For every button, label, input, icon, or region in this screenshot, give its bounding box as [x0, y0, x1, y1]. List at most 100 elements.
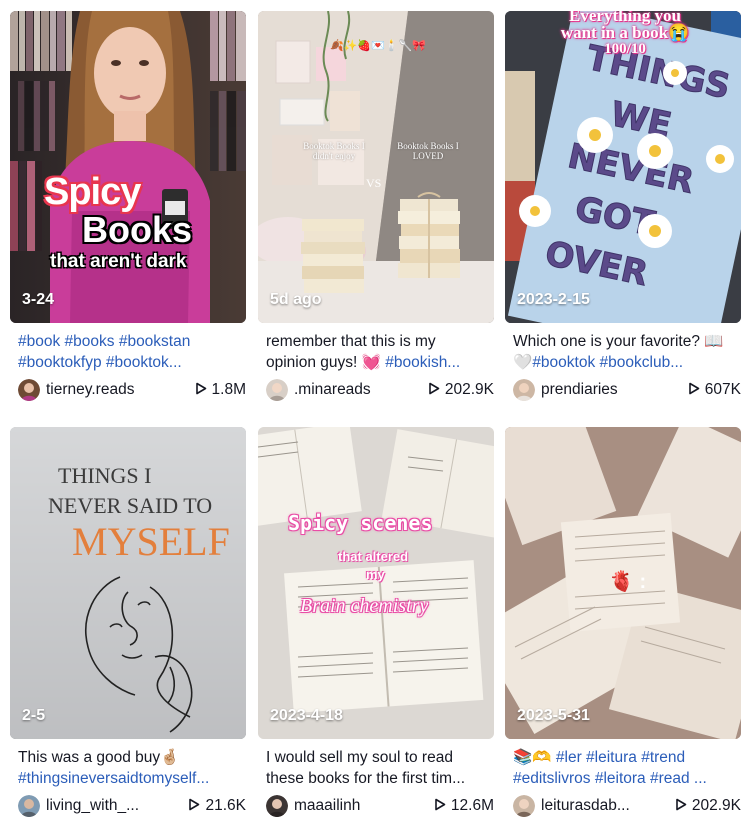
- description-line: 📚🫶 #ler #leitura #trend: [513, 747, 741, 768]
- video-thumbnail[interactable]: 🍂✨🍓💌🕯️🥄🎀 Booktok Books I didn't enjoy VS…: [258, 11, 494, 323]
- play-outline-icon: [688, 382, 700, 395]
- video-meta: .minareads 202.9K: [266, 379, 494, 401]
- overlay-spicy-text: Spicy: [44, 171, 141, 213]
- overlay-right-caption: Booktok Books I LOVED: [397, 141, 459, 161]
- video-thumbnail[interactable]: Spicy Books that aren't dark 3-24: [10, 11, 246, 323]
- username-link[interactable]: prendiaries: [541, 381, 618, 399]
- description-line: I would sell my soul to read: [266, 749, 453, 766]
- description-line: these books for the first tim...: [266, 770, 465, 787]
- video-card[interactable]: THINGS I NEVER SAID TO MYSELF 2-5 This w…: [10, 427, 246, 819]
- video-card[interactable]: THINGS WE NEVER GOT OVER Everything you …: [505, 11, 741, 403]
- video-meta: tierney.reads 1.8M: [18, 379, 246, 401]
- hashtag-link[interactable]: #ler #leitura #trend: [556, 749, 685, 766]
- thumbnail-art: THINGS I NEVER SAID TO MYSELF: [10, 427, 246, 739]
- overlay-left-caption: Booktok Books I didn't enjoy: [303, 141, 365, 161]
- video-description[interactable]: remember that this is my opinion guys! 💓…: [266, 331, 494, 373]
- description-text: 🤍: [513, 354, 533, 371]
- overlay-brain-text: Brain chemistry: [300, 595, 429, 617]
- video-description[interactable]: #book #books #bookstan #booktokfyp #book…: [18, 331, 246, 373]
- description-line: remember that this is my: [266, 333, 436, 350]
- video-card[interactable]: Spicy Books that aren't dark 3-24 #book …: [10, 11, 246, 403]
- play-outline-icon: [189, 798, 200, 811]
- video-thumbnail[interactable]: Spicy scenes that altered my Brain chemi…: [258, 427, 494, 739]
- overlay-top-text: Everything you want in a book😭 100/10: [525, 11, 725, 58]
- video-description[interactable]: I would sell my soul to read these books…: [266, 747, 494, 789]
- video-meta: living_with_... 21.6K: [18, 795, 246, 817]
- description-line: This was a good buy🤞🏼: [18, 749, 180, 766]
- video-date: 2023-2-15: [517, 291, 590, 308]
- video-description[interactable]: Which one is your favorite? 📖 🤍#booktok …: [513, 331, 741, 373]
- overlay-spicy-text: Spicy scenes: [288, 511, 433, 535]
- view-count-value: 1.8M: [211, 381, 246, 398]
- avatar[interactable]: [513, 795, 535, 817]
- view-count: 607K: [688, 381, 741, 399]
- overlay-line: 100/10: [604, 41, 646, 57]
- video-meta: maaailinh 12.6M: [266, 795, 494, 817]
- video-date: 2023-5-31: [517, 707, 590, 724]
- description-text: 📚🫶: [513, 749, 556, 766]
- video-thumbnail[interactable]: THINGS I NEVER SAID TO MYSELF 2-5: [10, 427, 246, 739]
- hashtag-line[interactable]: #booktokfyp #booktok...: [18, 352, 246, 373]
- avatar[interactable]: [18, 379, 40, 401]
- view-count-value: 12.6M: [450, 797, 494, 814]
- view-count: 12.6M: [434, 797, 494, 815]
- view-count: 21.6K: [188, 797, 246, 815]
- play-outline-icon: [195, 382, 206, 395]
- username-link[interactable]: .minareads: [294, 381, 371, 399]
- video-thumbnail[interactable]: 🫀 : 2023-5-31: [505, 427, 741, 739]
- video-meta: prendiaries 607K: [513, 379, 741, 401]
- video-card[interactable]: 🍂✨🍓💌🕯️🥄🎀 Booktok Books I didn't enjoy VS…: [258, 11, 494, 403]
- overlay-books-text: Books: [82, 209, 193, 250]
- thumbnail-art: [258, 11, 494, 323]
- username-link[interactable]: tierney.reads: [46, 381, 134, 399]
- thumbnail-art: [10, 11, 246, 323]
- hashtag-link[interactable]: #thingsineversaidtomyself...: [18, 768, 246, 789]
- username-link[interactable]: leiturasdab...: [541, 797, 630, 815]
- username-link[interactable]: living_with_...: [46, 797, 139, 815]
- video-meta: leiturasdab... 202.9K: [513, 795, 741, 817]
- username-link[interactable]: maaailinh: [294, 797, 360, 815]
- view-count-value: 21.6K: [205, 797, 246, 814]
- overlay-subtitle-text: that aren't dark: [50, 251, 187, 272]
- description-line: Which one is your favorite? 📖: [513, 333, 724, 350]
- book-title-line: NEVER SAID TO: [48, 493, 212, 518]
- avatar[interactable]: [266, 795, 288, 817]
- play-outline-icon: [429, 382, 440, 395]
- thumbnail-art: [258, 427, 494, 739]
- avatar[interactable]: [513, 379, 535, 401]
- play-outline-icon: [435, 798, 446, 811]
- description-text: opinion guys! 💓: [266, 354, 386, 371]
- avatar[interactable]: [266, 379, 288, 401]
- hashtag-link[interactable]: #bookish...: [385, 354, 460, 371]
- overlay-my-text: my: [366, 567, 385, 582]
- video-description[interactable]: 📚🫶 #ler #leitura #trend #editslivros #le…: [513, 747, 741, 789]
- video-card[interactable]: 🫀 : 2023-5-31 📚🫶 #ler #leitura #trend #e…: [505, 427, 741, 819]
- view-count-value: 607K: [704, 381, 741, 398]
- video-description[interactable]: This was a good buy🤞🏼 #thingsineversaidt…: [18, 747, 246, 789]
- description-line: opinion guys! 💓 #bookish...: [266, 352, 494, 373]
- overlay-emoji-row: 🍂✨🍓💌🕯️🥄🎀: [330, 40, 426, 52]
- overlay-line: want in a book😭: [560, 23, 690, 42]
- video-thumbnail[interactable]: THINGS WE NEVER GOT OVER Everything you …: [505, 11, 741, 323]
- view-count: 202.9K: [428, 381, 494, 399]
- description-line: 🤍#booktok #bookclub...: [513, 352, 741, 373]
- overlay-emoji: 🫀 :: [609, 571, 647, 593]
- video-card[interactable]: Spicy scenes that altered my Brain chemi…: [258, 427, 494, 819]
- hashtag-link[interactable]: #booktok #bookclub...: [532, 354, 683, 371]
- book-title-line: THINGS I: [58, 463, 152, 488]
- video-date: 5d ago: [270, 291, 322, 308]
- avatar[interactable]: [18, 795, 40, 817]
- view-count: 202.9K: [675, 797, 741, 815]
- book-title-line: MYSELF: [72, 519, 230, 564]
- video-date: 2-5: [22, 707, 46, 724]
- video-date: 3-24: [22, 291, 55, 308]
- hashtag-line[interactable]: #book #books #bookstan: [18, 331, 246, 352]
- hashtag-link[interactable]: #editslivros #leitora #read ...: [513, 768, 741, 789]
- overlay-vs: VS: [366, 176, 382, 190]
- view-count-value: 202.9K: [691, 797, 741, 814]
- video-date: 2023-4-18: [270, 707, 343, 724]
- play-outline-icon: [676, 798, 687, 811]
- overlay-mid-text: that altered: [338, 549, 409, 564]
- view-count-value: 202.9K: [444, 381, 494, 398]
- view-count: 1.8M: [195, 381, 246, 399]
